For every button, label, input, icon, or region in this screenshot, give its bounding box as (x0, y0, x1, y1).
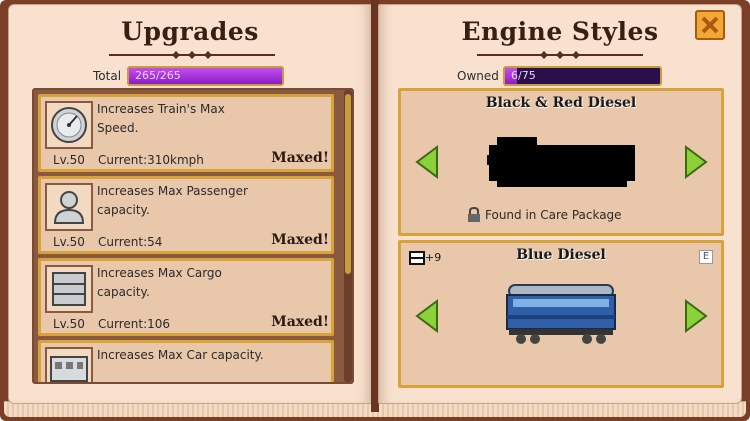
engine-styles-title: Engine Styles (461, 17, 659, 46)
upgrade-level: Lv.50 (53, 153, 85, 167)
speedometer-icon (45, 101, 93, 149)
engine-style-name: Blue Diesel (516, 247, 606, 263)
upgrade-status: Maxed! (271, 232, 329, 248)
arrow-right-icon[interactable] (684, 145, 708, 179)
close-icon (701, 16, 719, 34)
upgrade-card-passenger[interactable]: Increases Max Passenger capacity. Lv.50 … (38, 176, 334, 254)
engine-style-card-black-red-diesel[interactable]: Black & Red Diesel Found in Care Package (398, 88, 724, 236)
owned-progress-text: 6/75 (511, 69, 536, 82)
cargo-crate-icon (45, 265, 93, 313)
blue-diesel-engine-image (506, 284, 616, 344)
upgrade-status: Maxed! (271, 314, 329, 330)
engine-style-name: Black & Red Diesel (485, 95, 637, 111)
engine-style-card-blue-diesel[interactable]: Blue Diesel +9 E (398, 240, 724, 388)
total-label: Total (93, 69, 122, 83)
upgrade-card-cars[interactable]: Increases Max Car capacity. (38, 340, 334, 382)
train-car-icon (45, 347, 93, 382)
locked-engine-silhouette (487, 137, 635, 187)
upgrade-list-scrollbar[interactable] (344, 90, 352, 382)
upgrades-title: Upgrades (121, 17, 259, 46)
upgrade-list[interactable]: Increases Train's Max Speed. Lv.50 Curre… (32, 88, 354, 384)
arrow-left-icon[interactable] (415, 145, 439, 179)
upgrade-status: Maxed! (271, 150, 329, 166)
total-progress-bar: 265/265 (127, 66, 284, 86)
upgrade-description: Increases Max Car capacity. (97, 348, 264, 362)
close-button[interactable] (695, 10, 725, 40)
upgrade-description: Increases Train's Max Speed. (97, 102, 225, 135)
style-unlock-note: Found in Care Package (485, 208, 622, 222)
train-cars-icon (409, 251, 425, 265)
upgrade-current: Current:310kmph (98, 153, 204, 167)
key-hint-badge: E (699, 250, 713, 264)
arrow-right-icon[interactable] (684, 299, 708, 333)
upgrade-card-speed[interactable]: Increases Train's Max Speed. Lv.50 Curre… (38, 94, 334, 172)
upgrade-card-cargo[interactable]: Increases Max Cargo capacity. Lv.50 Curr… (38, 258, 334, 336)
upgrade-description: Increases Max Cargo capacity. (97, 266, 222, 299)
title-divider (109, 51, 275, 59)
upgrade-current: Current:54 (98, 235, 163, 249)
passenger-icon (45, 183, 93, 231)
upgrade-level: Lv.50 (53, 317, 85, 331)
title-divider (477, 51, 643, 59)
upgrade-level: Lv.50 (53, 235, 85, 249)
cars-count-badge: +9 (425, 251, 442, 264)
owned-label: Owned (457, 69, 499, 83)
arrow-left-icon[interactable] (415, 299, 439, 333)
total-progress-text: 265/265 (135, 69, 181, 82)
upgrade-description: Increases Max Passenger capacity. (97, 184, 248, 217)
scrollbar-thumb[interactable] (345, 94, 351, 274)
upgrade-current: Current:106 (98, 317, 171, 331)
lock-icon (468, 207, 480, 222)
owned-progress-bar: 6/75 (503, 66, 662, 86)
